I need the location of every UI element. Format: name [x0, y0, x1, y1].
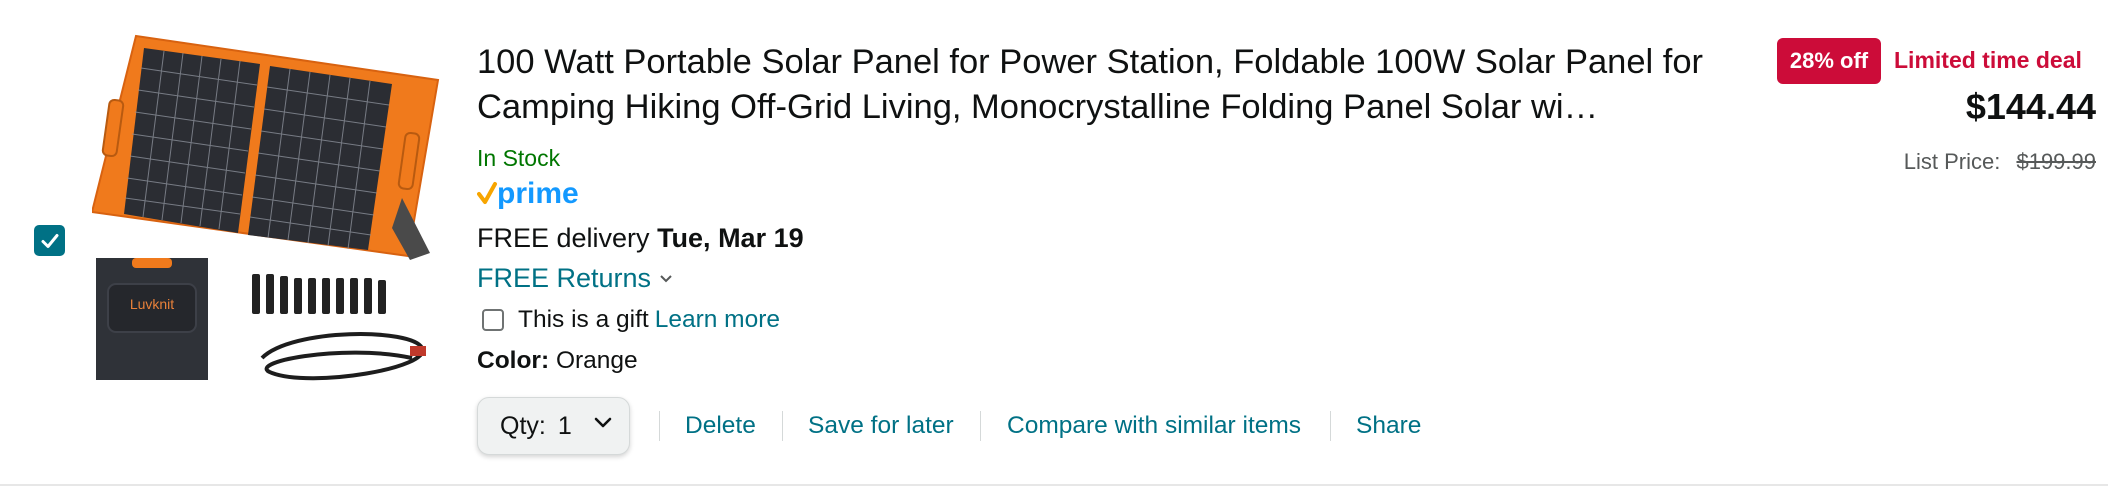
gift-label[interactable]: This is a gift	[518, 306, 649, 334]
bag-handle	[132, 258, 172, 268]
free-returns-link[interactable]: FREE Returns	[477, 263, 673, 294]
item-separator	[0, 484, 2108, 486]
delivery-prefix: FREE delivery	[477, 223, 650, 253]
free-returns-label: FREE Returns	[477, 263, 652, 293]
prime-check-icon	[477, 182, 497, 204]
product-title-link[interactable]: 100 Watt Portable Solar Panel for Power …	[477, 40, 1737, 130]
compare-similar-link[interactable]: Compare with similar items	[1007, 412, 1301, 440]
divider	[782, 411, 783, 441]
stock-status: In Stock	[477, 145, 561, 171]
prime-badge: prime	[477, 176, 587, 212]
divider	[1330, 411, 1331, 441]
qty-value: 1	[557, 411, 572, 440]
gift-learn-more-link[interactable]: Learn more	[655, 306, 780, 334]
quantity-dropdown[interactable]: Qty: 1	[477, 397, 630, 455]
color-label: Color:	[477, 347, 550, 374]
list-price: List Price: $199.99	[1904, 149, 2096, 175]
delete-link[interactable]: Delete	[685, 412, 756, 440]
chevron-down-icon	[594, 417, 612, 428]
divider	[659, 411, 660, 441]
color-variation: Color: Orange	[477, 347, 638, 375]
check-icon	[41, 233, 58, 248]
share-link[interactable]: Share	[1356, 412, 1421, 440]
gift-checkbox[interactable]	[482, 309, 504, 331]
save-for-later-link[interactable]: Save for later	[808, 412, 954, 440]
list-price-label: List Price:	[1903, 149, 2001, 174]
cable-connector	[410, 346, 426, 356]
current-price: $144.44	[1965, 86, 2096, 127]
delivery-info: FREE delivery Tue, Mar 19	[477, 223, 804, 254]
delivery-date: Tue, Mar 19	[657, 223, 804, 253]
list-price-value: $199.99	[2016, 149, 2096, 174]
item-select-checkbox[interactable]	[34, 225, 65, 256]
connector-set	[252, 274, 386, 314]
brand-logo-text: Luvknit	[130, 296, 174, 312]
qty-label: Qty:	[500, 411, 546, 440]
deal-label: Limited time deal	[1894, 47, 2082, 73]
divider	[980, 411, 981, 441]
deal-discount-badge: 28% off	[1777, 38, 1881, 84]
product-image[interactable]: Luvknit	[90, 28, 448, 408]
prime-label: prime	[497, 177, 579, 210]
color-value: Orange	[555, 347, 638, 374]
gift-option: This is a gift Learn more	[482, 306, 780, 334]
extension-cable	[260, 332, 425, 381]
chevron-down-icon	[660, 274, 672, 282]
